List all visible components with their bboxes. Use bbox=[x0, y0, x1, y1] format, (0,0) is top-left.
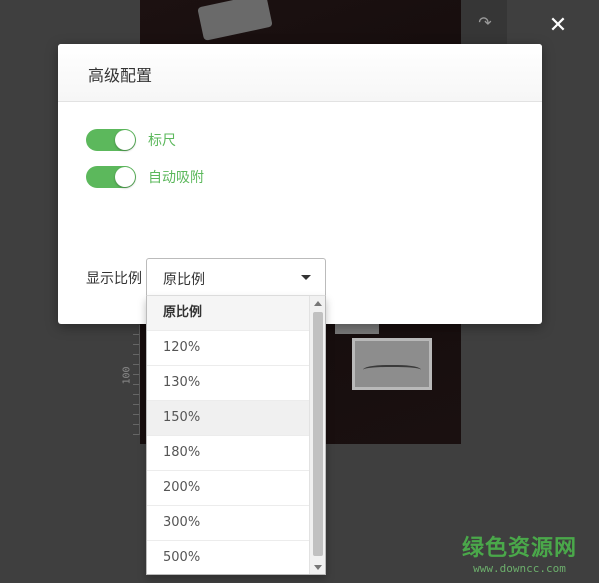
dialog-header: 高级配置 bbox=[58, 44, 542, 102]
toggle-knob bbox=[115, 130, 135, 150]
scroll-up-arrow-icon[interactable] bbox=[314, 301, 322, 306]
auto-snap-toggle-label: 自动吸附 bbox=[148, 170, 204, 186]
display-ratio-select[interactable]: 原比例 bbox=[146, 258, 326, 296]
scroll-down-arrow-icon[interactable] bbox=[314, 565, 322, 570]
chevron-down-icon bbox=[301, 275, 311, 280]
canvas-note-decoration bbox=[335, 324, 379, 334]
ratio-option[interactable]: 300% bbox=[147, 506, 311, 541]
dialog-title: 高级配置 bbox=[88, 66, 153, 85]
toggle-row-ruler: 标尺 bbox=[86, 129, 176, 151]
ruler-label: 100 bbox=[121, 366, 133, 385]
ratio-option[interactable]: 200% bbox=[147, 471, 311, 506]
toggle-knob bbox=[115, 167, 135, 187]
display-ratio-label: 显示比例 bbox=[86, 271, 142, 287]
ratio-option[interactable]: 原比例 bbox=[147, 296, 311, 331]
ratio-dropdown-list: 原比例 120% 130% 150% 180% 200% 300% 500% bbox=[146, 296, 326, 575]
ruler-toggle[interactable] bbox=[86, 129, 136, 151]
watermark: 绿色资源网 www.downcc.com bbox=[462, 530, 577, 575]
ratio-option[interactable]: 500% bbox=[147, 541, 311, 574]
select-value: 原比例 bbox=[163, 272, 205, 288]
ratio-option[interactable]: 180% bbox=[147, 436, 311, 471]
ratio-option[interactable]: 120% bbox=[147, 331, 311, 366]
watermark-url: www.downcc.com bbox=[473, 562, 566, 575]
ratio-option[interactable]: 130% bbox=[147, 366, 311, 401]
ratio-option[interactable]: 150% bbox=[147, 401, 311, 436]
redo-icon[interactable]: ↷ bbox=[476, 14, 494, 32]
watermark-title: 绿色资源网 bbox=[462, 536, 578, 561]
scroll-thumb[interactable] bbox=[313, 312, 323, 556]
toggle-row-snap: 自动吸附 bbox=[86, 166, 204, 188]
close-icon[interactable]: ✕ bbox=[546, 14, 570, 38]
auto-snap-toggle[interactable] bbox=[86, 166, 136, 188]
ruler-toggle-label: 标尺 bbox=[148, 133, 176, 149]
canvas-photo-decoration bbox=[352, 338, 432, 390]
dropdown-scrollbar[interactable] bbox=[309, 296, 325, 574]
